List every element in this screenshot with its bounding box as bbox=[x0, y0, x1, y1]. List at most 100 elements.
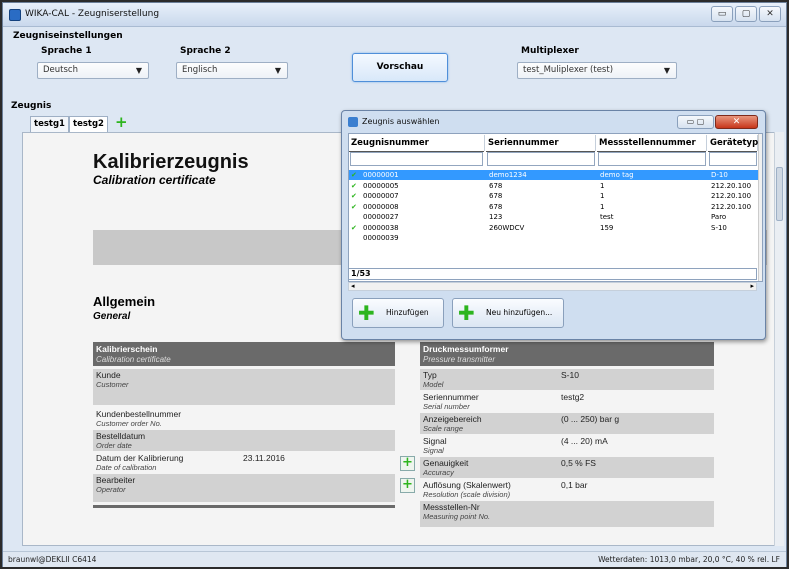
cell-type: D-10 bbox=[711, 171, 728, 179]
row-value: (0 ... 250) bar g bbox=[561, 414, 620, 424]
right-header-label-en: Pressure transmitter bbox=[423, 355, 496, 364]
page-indicator: 1/53 bbox=[348, 268, 757, 280]
list-item[interactable]: ✔ 00000008 678 1 212.20.100 bbox=[349, 202, 759, 212]
row-label: Anzeigebereich bbox=[423, 414, 482, 424]
cell-id: 00000038 bbox=[363, 223, 399, 232]
cell-serial: 678 bbox=[489, 192, 503, 200]
window-title: WIKA-CAL - Zeugniserstellung bbox=[25, 9, 160, 19]
zeugnis-group-label: Zeugnis bbox=[11, 101, 52, 111]
row-label-en: Signal bbox=[423, 446, 444, 455]
cell-id: 00000001 bbox=[363, 171, 399, 179]
row-label: Genauigkeit bbox=[423, 458, 469, 468]
cell-serial: 260WDCV bbox=[489, 223, 525, 232]
minimize-button[interactable]: ▭ bbox=[711, 6, 733, 22]
plus-icon: ✚ bbox=[458, 301, 475, 325]
table-row: Anzeigebereich Scale range (0 ... 250) b… bbox=[420, 413, 714, 434]
dialog-close-button[interactable]: ✕ bbox=[715, 115, 758, 129]
cell-serial: 123 bbox=[489, 213, 503, 221]
document-scrollbar[interactable] bbox=[774, 132, 784, 546]
table-row: Kundenbestellnummer Customer order No. bbox=[93, 408, 395, 429]
scrollbar-thumb[interactable] bbox=[776, 167, 783, 221]
certificate-grid: Zeugnisnummer Seriennummer Messstellennu… bbox=[348, 133, 763, 282]
language2-value: Englisch bbox=[182, 65, 218, 75]
language2-label: Sprache 2 bbox=[180, 46, 231, 56]
row-label-en: Measuring point No. bbox=[423, 512, 491, 521]
table-row: Messstellen-Nr Measuring point No. bbox=[420, 501, 714, 527]
close-button[interactable]: ✕ bbox=[759, 6, 781, 22]
cell-id: 00000007 bbox=[363, 192, 399, 200]
table-row: Kunde Customer bbox=[93, 369, 395, 405]
table-footer-rule bbox=[93, 505, 395, 508]
status-bar: braunwl@DEKLII C6414 Wetterdaten: 1013,0… bbox=[3, 551, 786, 567]
row-label: Auflösung (Skalenwert) bbox=[423, 480, 511, 490]
dialog-title: Zeugnis auswählen bbox=[362, 117, 440, 126]
certificate-title-en: Calibration certificate bbox=[93, 173, 216, 187]
column-header-point[interactable]: Messstellennummer bbox=[597, 135, 707, 152]
row-value: (4 ... 20) mA bbox=[561, 436, 608, 446]
cell-serial: demo1234 bbox=[489, 171, 527, 179]
list-item[interactable]: ✔ 00000005 678 1 212.20.100 bbox=[349, 181, 759, 191]
language2-select[interactable]: Englisch ▼ bbox=[176, 62, 288, 79]
tab-testg2[interactable]: testg2 bbox=[69, 116, 108, 132]
right-table-header: Druckmessumformer Pressure transmitter bbox=[420, 342, 714, 366]
chevron-down-icon: ▼ bbox=[274, 66, 281, 75]
cell-serial: 678 bbox=[489, 202, 503, 211]
table-row: Signal Signal (4 ... 20) mA bbox=[420, 435, 714, 456]
column-header-number[interactable]: Zeugnisnummer bbox=[349, 135, 485, 152]
chevron-down-icon: ▼ bbox=[135, 66, 142, 75]
column-header-type[interactable]: Gerätetyp bbox=[708, 135, 758, 152]
add-left-plus-icon[interactable]: + bbox=[400, 456, 415, 471]
multiplexer-value: test_Muliplexer (test) bbox=[523, 65, 614, 75]
check-icon: ✔ bbox=[351, 171, 357, 179]
right-header-label: Druckmessumformer bbox=[423, 344, 509, 354]
row-label-en: Resolution (scale division) bbox=[423, 490, 511, 499]
preview-button[interactable]: Vorschau bbox=[352, 53, 448, 82]
add-button[interactable]: ✚ Hinzufügen bbox=[352, 298, 444, 328]
grid-scrollbar[interactable] bbox=[758, 134, 762, 281]
cell-id: 00000005 bbox=[363, 181, 399, 190]
check-icon: ✔ bbox=[351, 223, 357, 232]
list-item[interactable]: 00000027 123 test Paro bbox=[349, 212, 759, 222]
list-item[interactable]: ✔ 00000038 260WDCV 159 S-10 bbox=[349, 223, 759, 233]
cell-point: 1 bbox=[600, 181, 605, 190]
row-label-en: Order date bbox=[96, 441, 132, 450]
check-icon: ✔ bbox=[351, 181, 357, 190]
scroll-left-icon[interactable]: ◂ bbox=[351, 283, 355, 290]
cell-serial: 678 bbox=[489, 181, 503, 190]
filter-point-input[interactable] bbox=[598, 152, 706, 166]
row-label-en: Date of calibration bbox=[96, 463, 157, 472]
tab-testg1[interactable]: testg1 bbox=[30, 116, 69, 132]
chevron-down-icon: ▼ bbox=[663, 66, 670, 75]
list-item[interactable]: 00000039 bbox=[349, 233, 759, 243]
select-certificate-dialog: Zeugnis auswählen ▭ ▢ ✕ Zeugnisnummer Se… bbox=[341, 110, 766, 340]
table-row: Datum der Kalibrierung Date of calibrati… bbox=[93, 452, 395, 473]
horizontal-scrollbar[interactable]: ◂ ▸ bbox=[348, 282, 757, 291]
cell-type: 212.20.100 bbox=[711, 181, 752, 190]
add-right-plus-icon[interactable]: + bbox=[400, 478, 415, 493]
row-label-en: Customer order No. bbox=[96, 419, 162, 428]
table-row: Typ Model S-10 bbox=[420, 369, 714, 390]
row-label: Bearbeiter bbox=[96, 475, 136, 485]
language1-select[interactable]: Deutsch ▼ bbox=[37, 62, 149, 79]
cell-type: Paro bbox=[711, 213, 727, 221]
check-icon: ✔ bbox=[351, 192, 357, 200]
status-user: braunwl@DEKLII C6414 bbox=[8, 555, 97, 564]
cell-point: demo tag bbox=[600, 171, 634, 179]
list-item[interactable]: ✔ 00000001 demo1234 demo tag D-10 bbox=[349, 170, 759, 180]
add-button-label: Hinzufügen bbox=[386, 308, 429, 317]
multiplexer-select[interactable]: test_Muliplexer (test) ▼ bbox=[517, 62, 677, 79]
left-header-label-en: Calibration certificate bbox=[96, 355, 171, 364]
maximize-button[interactable]: ▢ bbox=[735, 6, 757, 22]
scroll-right-icon[interactable]: ▸ bbox=[750, 283, 754, 290]
cell-id: 00000027 bbox=[363, 213, 399, 221]
column-header-serial[interactable]: Seriennummer bbox=[486, 135, 596, 152]
row-label-en: Model bbox=[423, 380, 444, 389]
add-tab-plus-icon[interactable]: + bbox=[115, 115, 128, 130]
new-add-button[interactable]: ✚ Neu hinzufügen... bbox=[452, 298, 564, 328]
filter-type-input[interactable] bbox=[709, 152, 757, 166]
dialog-minimize-button[interactable]: ▭ ▢ bbox=[677, 115, 714, 129]
cell-type: 212.20.100 bbox=[711, 202, 752, 211]
list-item[interactable]: ✔ 00000007 678 1 212.20.100 bbox=[349, 191, 759, 201]
filter-serial-input[interactable] bbox=[487, 152, 595, 166]
filter-number-input[interactable] bbox=[350, 152, 483, 166]
